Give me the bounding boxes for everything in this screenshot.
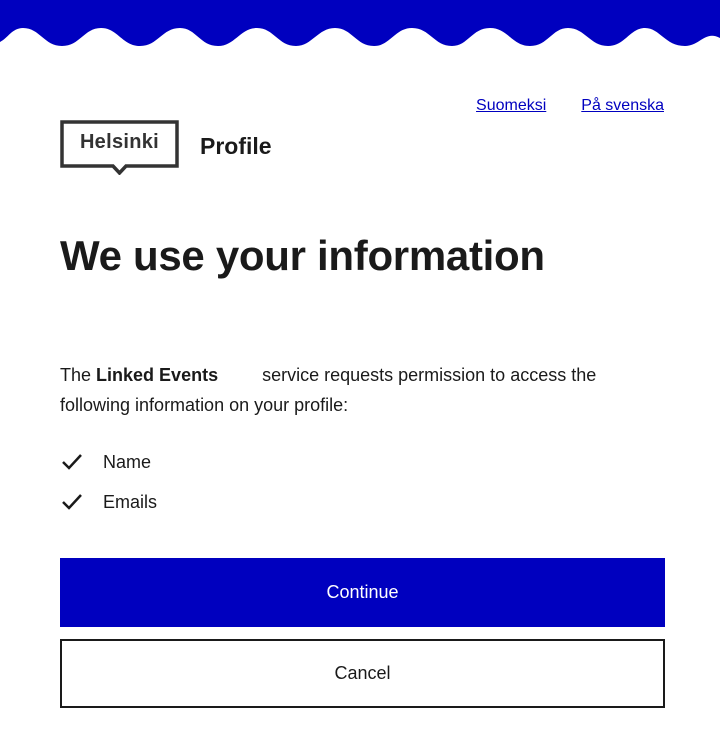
service-name: Linked Events — [96, 365, 219, 385]
permission-label: Emails — [103, 491, 158, 512]
continue-button[interactable]: Continue — [60, 558, 665, 627]
language-link-finnish[interactable]: Suomeksi — [476, 97, 546, 115]
cancel-button[interactable]: Cancel — [60, 639, 665, 708]
page-title: We use your information — [60, 232, 545, 279]
brand-header: Helsinki Profile — [60, 120, 272, 175]
intro-prefix: The — [60, 365, 92, 385]
permission-label: Name — [103, 451, 152, 472]
permission-list: Name Emails — [60, 442, 157, 522]
logo-text: Helsinki — [79, 131, 160, 153]
list-item: Name — [60, 442, 157, 482]
permission-intro: The Linked Events service requests permis… — [60, 360, 665, 420]
check-icon — [60, 490, 84, 514]
language-link-swedish[interactable]: På svenska — [581, 97, 664, 115]
language-switcher: Suomeksi På svenska — [476, 97, 664, 115]
helsinki-logo: Helsinki — [60, 120, 179, 175]
wave-header-decoration — [0, 0, 720, 46]
app-name: Profile — [200, 133, 272, 159]
consent-page: Suomeksi På svenska Helsinki Profile We … — [0, 0, 720, 753]
check-icon — [60, 450, 84, 474]
list-item: Emails — [60, 482, 157, 522]
